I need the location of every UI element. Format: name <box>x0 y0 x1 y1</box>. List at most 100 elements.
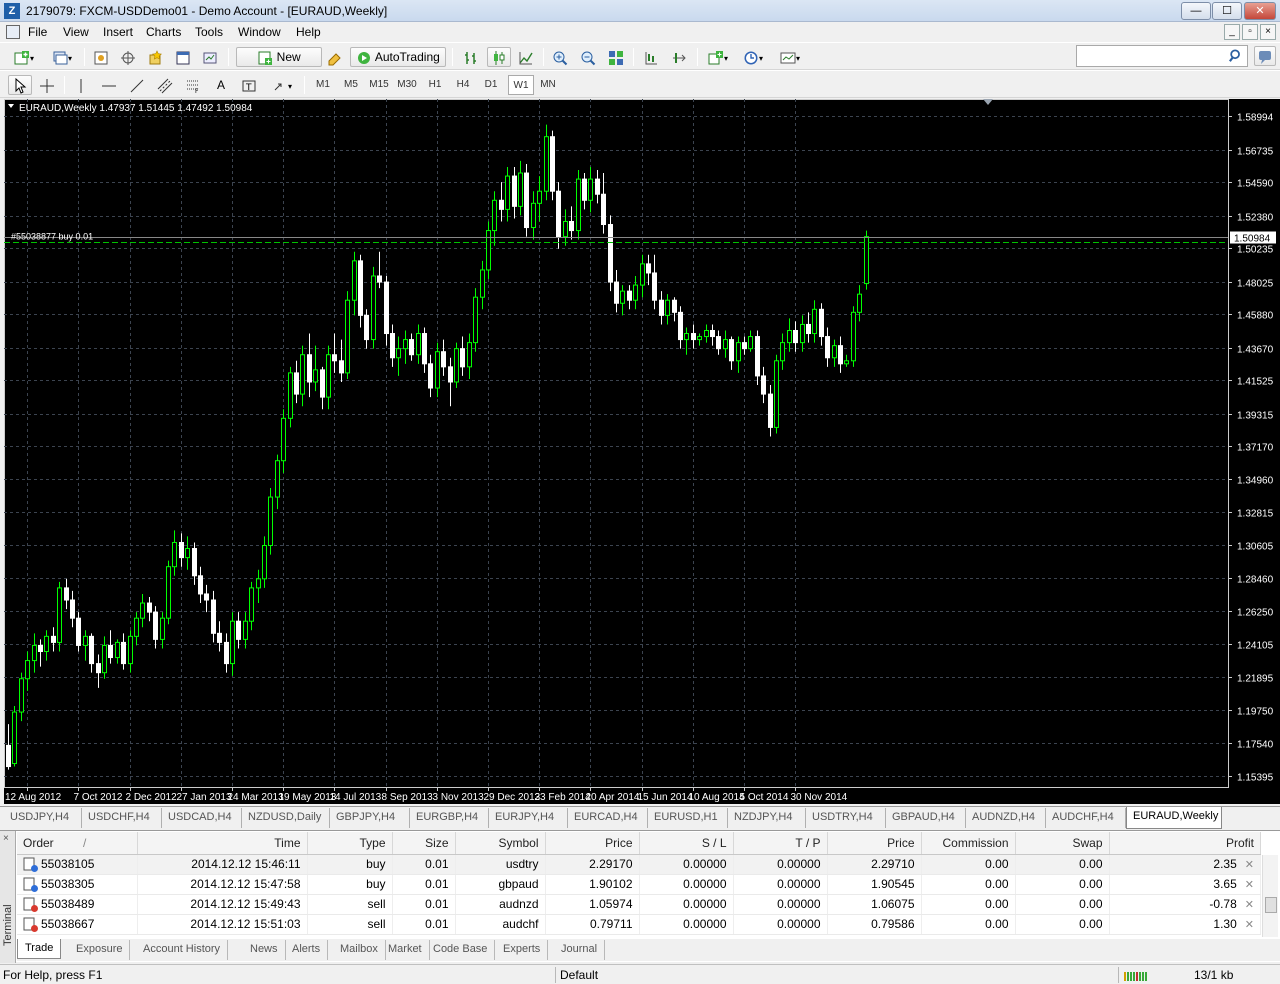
col-symbol[interactable]: Symbol <box>455 832 546 855</box>
strategy-tester-button[interactable] <box>199 47 221 67</box>
profiles-button[interactable]: ▾ <box>46 47 78 67</box>
timeframe-m15[interactable]: M15 <box>366 75 392 95</box>
timeframe-h1[interactable]: H1 <box>422 75 448 95</box>
maximize-button[interactable]: ☐ <box>1212 2 1242 20</box>
chart-tab[interactable]: EURJPY,H4 <box>489 808 568 828</box>
terminal-tab[interactable]: Account History <box>136 940 229 960</box>
terminal-tab[interactable]: Exposure <box>69 940 131 960</box>
chart-tab[interactable]: USDJPY,H4 <box>4 808 82 828</box>
chart-shift-button[interactable] <box>640 47 662 67</box>
timeframe-w1[interactable]: W1 <box>508 75 534 95</box>
close-order-icon[interactable]: ✕ <box>1245 859 1254 871</box>
order-row[interactable]: 55038105 2014.12.12 15:46:11 buy 0.01 usdtry… <box>17 854 1261 875</box>
close-order-icon[interactable]: ✕ <box>1245 879 1254 891</box>
col-swap[interactable]: Swap <box>1015 832 1110 855</box>
col-size[interactable]: Size <box>392 832 456 855</box>
col-profit[interactable]: Profit <box>1109 832 1261 855</box>
mdi-restore-button[interactable]: ▫ <box>1242 24 1258 40</box>
col-order[interactable]: Order / <box>17 832 138 855</box>
terminal-tab[interactable]: Journal <box>554 940 606 960</box>
periods-button[interactable]: ▾ <box>738 47 768 67</box>
equidistant-channel-button[interactable] <box>154 75 176 95</box>
horizontal-line-button[interactable] <box>98 75 120 95</box>
order-row[interactable]: 55038305 2014.12.12 15:47:58 buy 0.01 gbpaud… <box>17 874 1261 895</box>
text-tool-button[interactable]: A <box>210 75 232 95</box>
chart-tab[interactable]: GBPJPY,H4 <box>330 808 410 828</box>
col-commission[interactable]: Commission <box>921 832 1016 855</box>
chart-menu-triangle-icon[interactable] <box>8 104 14 108</box>
timeframe-h4[interactable]: H4 <box>450 75 476 95</box>
chart-tab[interactable]: GBPAUD,H4 <box>886 808 966 828</box>
zoom-out-button[interactable] <box>577 47 599 67</box>
terminal-tab[interactable]: Experts <box>496 940 549 960</box>
text-label-button[interactable]: T <box>238 75 260 95</box>
navigator-button[interactable] <box>144 47 166 67</box>
orders-scrollbar[interactable] <box>1262 855 1278 937</box>
price-chart[interactable]: 1.58994 1.56735 1.54590 1.52380 1.50235 1.480… <box>4 99 1280 804</box>
timeframe-d1[interactable]: D1 <box>478 75 504 95</box>
metaeditor-button[interactable] <box>324 47 346 67</box>
timeframe-m30[interactable]: M30 <box>394 75 420 95</box>
autotrading-button[interactable]: AutoTrading <box>350 47 446 67</box>
minimize-button[interactable]: — <box>1181 2 1211 20</box>
timeframe-m5[interactable]: M5 <box>338 75 364 95</box>
terminal-tab[interactable]: News <box>243 940 286 960</box>
chart-tab[interactable]: AUDNZD,H4 <box>966 808 1046 828</box>
terminal-tab[interactable]: Trade <box>17 939 62 959</box>
chart-tab[interactable]: EURAUD,Weekly <box>1126 807 1222 829</box>
chart-tab[interactable]: EURGBP,H4 <box>410 808 489 828</box>
arrows-button[interactable]: ▾ <box>266 75 298 95</box>
terminal-tab[interactable]: Alerts <box>285 940 329 960</box>
mdi-close-button[interactable]: × <box>1260 24 1276 40</box>
chart-tab[interactable]: EURUSD,H1 <box>648 808 728 828</box>
close-order-icon[interactable]: ✕ <box>1245 919 1254 931</box>
menu-file[interactable]: File <box>28 25 47 39</box>
chart-tab[interactable]: USDTRY,H4 <box>806 808 886 828</box>
menu-view[interactable]: View <box>63 25 89 39</box>
col-take-profit[interactable]: T / P <box>733 832 828 855</box>
candlestick-chart-button[interactable] <box>487 47 511 67</box>
data-window-button[interactable] <box>117 47 139 67</box>
menu-tools[interactable]: Tools <box>195 25 223 39</box>
line-chart-button[interactable] <box>515 47 537 67</box>
order-row[interactable]: 55038489 2014.12.12 15:49:43 sell 0.01 audnz… <box>17 894 1261 915</box>
chart-shift-marker[interactable] <box>983 99 993 105</box>
search-icon[interactable] <box>1229 49 1243 63</box>
close-button[interactable]: ✕ <box>1244 2 1276 20</box>
col-price[interactable]: Price <box>545 832 640 855</box>
order-row[interactable]: 55038667 2014.12.12 15:51:03 sell 0.01 audch… <box>17 914 1261 935</box>
menu-insert[interactable]: Insert <box>103 25 133 39</box>
terminal-button[interactable] <box>172 47 194 67</box>
tile-windows-button[interactable] <box>605 47 627 67</box>
terminal-tab[interactable]: Code Base <box>426 940 496 960</box>
templates-button[interactable]: ▾ <box>774 47 806 67</box>
mdi-minimize-button[interactable]: _ <box>1224 24 1240 40</box>
market-watch-button[interactable] <box>90 47 112 67</box>
zoom-in-button[interactable] <box>549 47 571 67</box>
terminal-close-icon[interactable]: × <box>3 833 9 844</box>
col-stop-loss[interactable]: S / L <box>639 832 734 855</box>
trendline-button[interactable] <box>126 75 148 95</box>
col-type[interactable]: Type <box>307 832 393 855</box>
timeframe-mn[interactable]: MN <box>535 75 561 95</box>
menu-help[interactable]: Help <box>296 25 321 39</box>
bar-chart-button[interactable] <box>460 47 482 67</box>
chart-tab[interactable]: NZDUSD,Daily <box>242 808 330 828</box>
candlestick-chart-svg[interactable]: 1.58994 1.56735 1.54590 1.52380 1.50235 1.480… <box>4 99 1280 804</box>
chart-window-icon[interactable] <box>6 25 20 39</box>
chart-tab[interactable]: EURCAD,H4 <box>568 808 648 828</box>
search-input[interactable] <box>1076 45 1248 67</box>
vertical-line-button[interactable] <box>70 75 92 95</box>
chart-tab[interactable]: AUDCHF,H4 <box>1046 808 1126 828</box>
timeframe-m1[interactable]: M1 <box>310 75 336 95</box>
community-button[interactable] <box>1254 46 1276 66</box>
menu-window[interactable]: Window <box>238 25 281 39</box>
close-order-icon[interactable]: ✕ <box>1245 899 1254 911</box>
chart-tab[interactable]: USDCHF,H4 <box>82 808 162 828</box>
fibonacci-button[interactable]: F <box>182 75 204 95</box>
menu-charts[interactable]: Charts <box>146 25 181 39</box>
cursor-tool-button[interactable] <box>8 75 32 95</box>
auto-scroll-button[interactable] <box>668 47 690 67</box>
crosshair-tool-button[interactable] <box>36 75 58 95</box>
col-time[interactable]: Time <box>137 832 308 855</box>
